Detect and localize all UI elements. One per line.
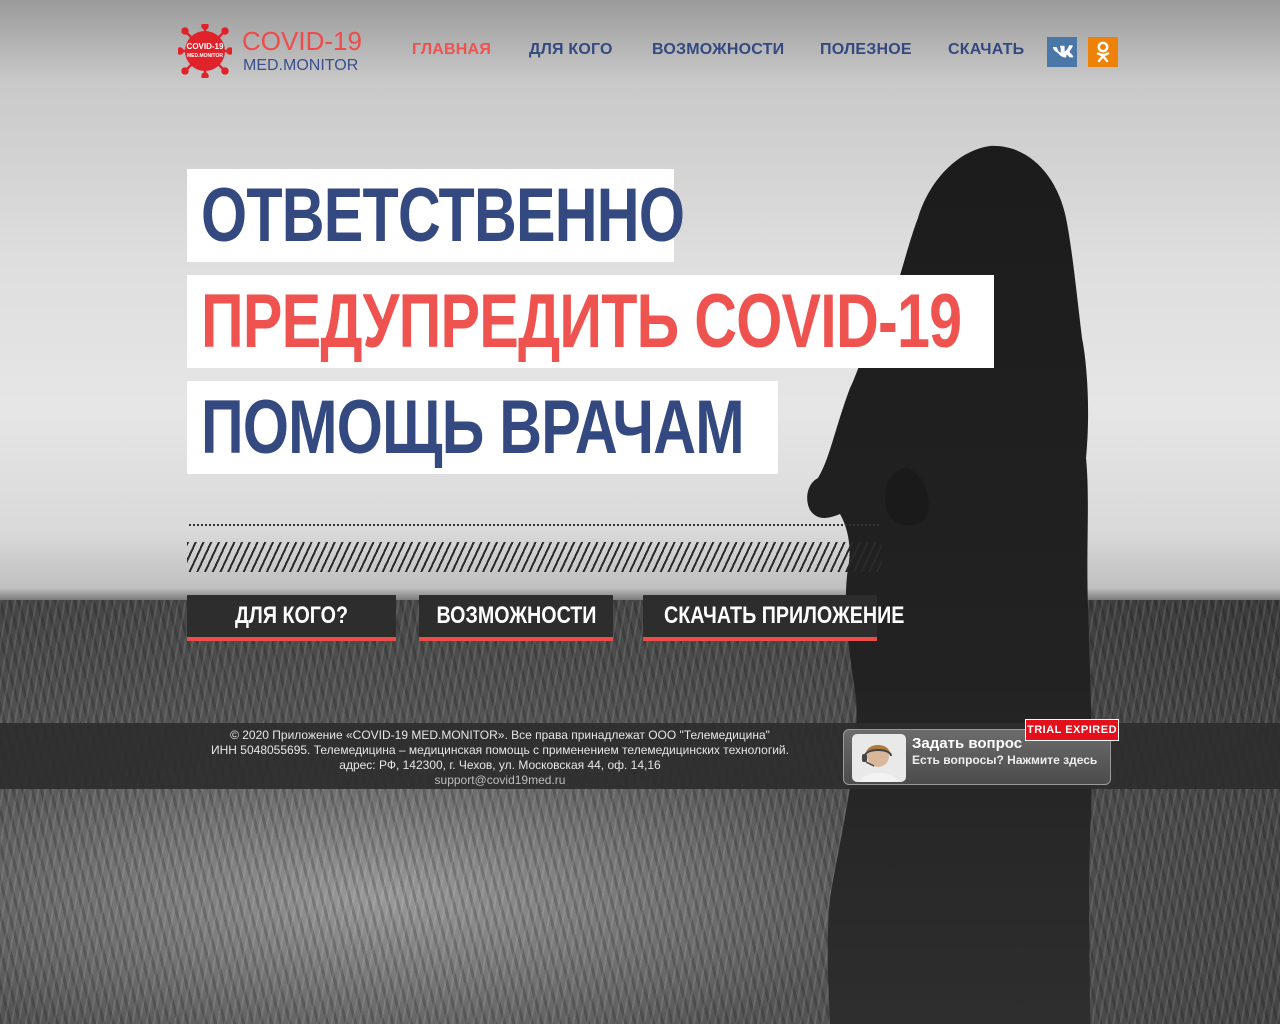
for-whom-button[interactable]: ДЛЯ КОГО? — [187, 595, 396, 641]
hero-line2-text: ПРЕДУПРЕДИТЬ COVID-19 — [201, 279, 962, 364]
nav-useful[interactable]: ПОЛЕЗНОЕ — [820, 41, 912, 59]
hatched-divider — [187, 542, 882, 572]
logo-badge-line1: COVID-19 — [187, 42, 224, 51]
odnoklassniki-link[interactable] — [1088, 37, 1118, 67]
download-app-button-label: СКАЧАТЬ ПРИЛОЖЕНИЕ — [664, 602, 905, 629]
vk-link[interactable] — [1047, 37, 1077, 67]
hero-line-responsibly: ОТВЕТСТВЕННО — [187, 169, 685, 262]
hero-line3-text: ПОМОЩЬ ВРАЧАМ — [201, 385, 745, 470]
features-button[interactable]: ВОЗМОЖНОСТИ — [419, 595, 613, 641]
footer-email-link[interactable]: support@covid19med.ru — [200, 773, 800, 788]
download-app-button[interactable]: СКАЧАТЬ ПРИЛОЖЕНИЕ — [643, 595, 905, 641]
trial-expired-badge: TRIAL EXPIRED — [1025, 719, 1119, 741]
footer-inn: ИНН 5048055695. Телемедицина – медицинск… — [211, 743, 789, 757]
brand-title: COVID-19 — [242, 26, 362, 56]
brand-subtitle: MED.MONITOR — [243, 57, 359, 74]
logo[interactable]: COVID-19 MED.MONITOR COVID-19 MED.MONITO… — [178, 24, 362, 78]
footer-copyright: © 2020 Приложение «COVID-19 MED.MONITOR»… — [230, 728, 770, 742]
footer-text: © 2020 Приложение «COVID-19 MED.MONITOR»… — [200, 728, 800, 788]
logo-badge-line2: MED.MONITOR — [187, 53, 223, 59]
support-agent-avatar — [852, 734, 906, 782]
ask-widget-subtitle: Есть вопросы? Нажмите здесь — [912, 753, 1098, 767]
features-button-label: ВОЗМОЖНОСТИ — [436, 602, 597, 629]
ask-widget-title: Задать вопрос — [912, 735, 1023, 752]
dotted-divider — [189, 524, 879, 526]
hero-line1-text: ОТВЕТСТВЕННО — [201, 173, 685, 258]
nav-download[interactable]: СКАЧАТЬ — [948, 41, 1024, 59]
vk-icon — [1053, 45, 1074, 58]
site-header: COVID-19 MED.MONITOR COVID-19 MED.MONITO… — [0, 0, 1280, 110]
nav-features[interactable]: ВОЗМОЖНОСТИ — [652, 41, 784, 59]
odnoklassniki-icon — [1096, 41, 1110, 63]
hero-line-help-doctors: ПОМОЩЬ ВРАЧАМ — [187, 381, 778, 474]
woman-silhouette — [807, 145, 1092, 1024]
nav-for-whom[interactable]: ДЛЯ КОГО — [529, 41, 613, 59]
virus-logo-icon: COVID-19 MED.MONITOR — [178, 24, 232, 78]
nav-home[interactable]: ГЛАВНАЯ — [412, 41, 491, 59]
for-whom-button-label: ДЛЯ КОГО? — [234, 602, 348, 629]
hero-line-prevent: ПРЕДУПРЕДИТЬ COVID-19 — [187, 275, 994, 368]
footer-address: адрес: РФ, 142300, г. Чехов, ул. Московс… — [339, 758, 661, 772]
